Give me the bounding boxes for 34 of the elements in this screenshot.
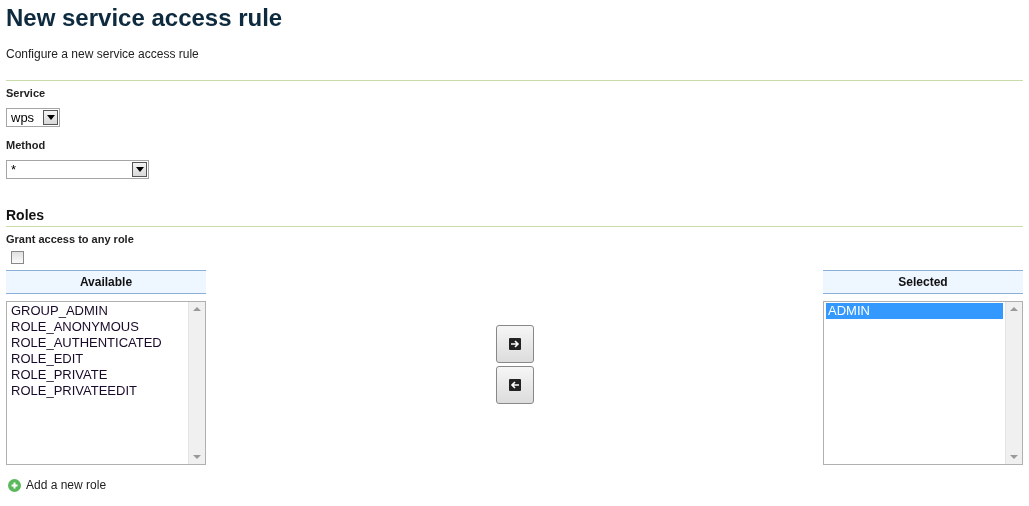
list-item[interactable]: ROLE_PRIVATE: [9, 367, 186, 383]
section-heading: Roles: [6, 207, 46, 223]
page-title: New service access rule: [6, 4, 284, 32]
list-header: Selected: [823, 270, 1023, 294]
move-left-button[interactable]: [495, 366, 534, 404]
dropdown-button[interactable]: [43, 110, 58, 125]
move-right-button[interactable]: [495, 325, 534, 363]
list-header: Available: [6, 270, 206, 294]
caret-icon: [46, 115, 55, 120]
checkbox[interactable]: [11, 251, 24, 264]
field-label: Method: [6, 139, 47, 151]
list-item[interactable]: GROUP_ADMIN: [9, 303, 186, 319]
scroll-up-icon[interactable]: [1010, 306, 1018, 311]
list-box[interactable]: GROUP_ADMIN ROLE_ANONYMOUS ROLE_AUTHENTICATED ROLE_EDIT ROLE_PRIVATE ROLE_PRIVATEEDIT: [6, 301, 206, 465]
list-item[interactable]: ROLE_PRIVATEEDIT: [9, 383, 186, 399]
add-icon: [8, 478, 21, 492]
scroll-down-icon[interactable]: [1010, 455, 1018, 460]
scroll-down-icon[interactable]: [193, 455, 201, 460]
dropdown-button[interactable]: [132, 162, 147, 177]
method-select[interactable]: *: [6, 160, 149, 179]
scrollbar[interactable]: [1005, 302, 1022, 464]
scroll-up-icon[interactable]: [193, 306, 201, 311]
list-item[interactable]: ROLE_EDIT: [9, 351, 186, 367]
caret-icon: [135, 167, 144, 172]
scrollbar[interactable]: [188, 302, 205, 464]
checkbox-label: Grant access to any role: [6, 233, 135, 245]
list-item[interactable]: ROLE_ANONYMOUS: [9, 319, 186, 335]
service-select[interactable]: wps: [6, 108, 60, 127]
add-role-link[interactable]: Add a new role: [26, 478, 107, 492]
page-subtitle: Configure a new service access rule: [6, 47, 200, 61]
right-arrow-icon: [508, 338, 521, 350]
field-label: Service: [6, 87, 47, 99]
list-item[interactable]: ROLE_AUTHENTICATED: [9, 335, 186, 351]
left-arrow-icon: [508, 379, 521, 391]
